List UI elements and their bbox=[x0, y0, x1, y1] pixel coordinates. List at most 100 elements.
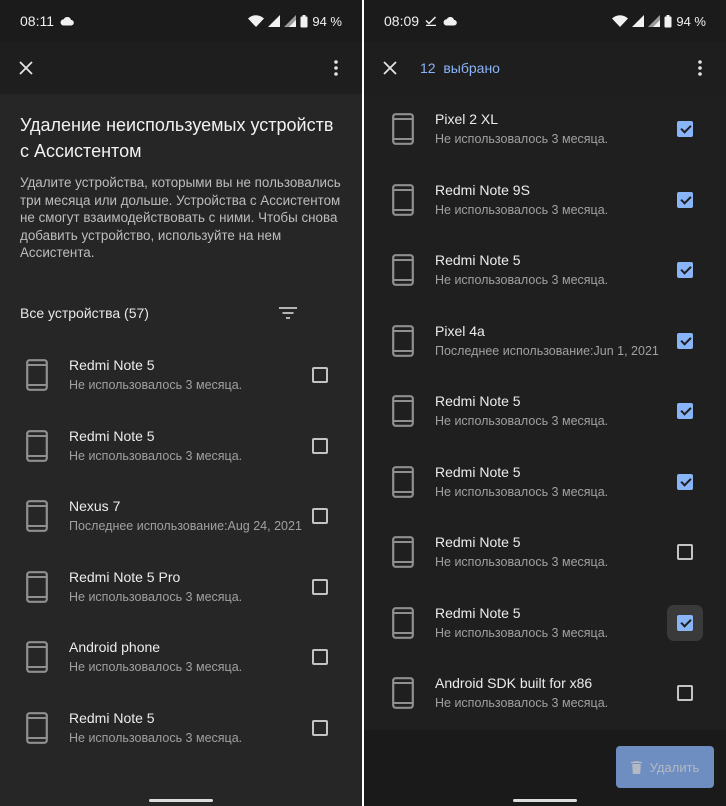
device-list-item[interactable]: Redmi Note 9S Не использовалось 3 месяца. bbox=[364, 165, 726, 236]
device-list-item[interactable]: Pixel 2 XL Не использовалось 3 месяца. bbox=[364, 94, 726, 165]
device-last-used: Не использовалось 3 месяца. bbox=[435, 555, 609, 570]
device-checkbox[interactable] bbox=[677, 544, 693, 561]
status-bar: 08:09 94 % bbox=[364, 0, 726, 42]
device-texts: Redmi Note 5 Не использовалось 3 месяца. bbox=[69, 356, 306, 394]
battery-level: 94 % bbox=[676, 13, 706, 29]
device-name: Android SDK built for x86 bbox=[435, 675, 593, 692]
device-list-item[interactable]: Redmi Note 5 Не использовалось 3 месяца. bbox=[364, 376, 726, 447]
cloud-icon bbox=[60, 16, 74, 26]
filter-button[interactable] bbox=[274, 299, 302, 327]
device-list-item[interactable]: Redmi Note 5 Не использовалось 3 месяца. bbox=[364, 235, 726, 306]
device-last-used: Не использовалось 3 месяца. bbox=[435, 414, 609, 429]
phone-icon bbox=[392, 677, 414, 710]
device-checkbox[interactable] bbox=[677, 473, 693, 490]
signal-icon bbox=[648, 15, 661, 27]
signal-icon bbox=[268, 15, 281, 27]
phone-icon bbox=[392, 183, 414, 216]
device-list-item[interactable]: Redmi Note 5 Не использовалось 3 месяца. bbox=[0, 411, 362, 482]
device-checkbox[interactable] bbox=[312, 578, 328, 595]
device-checkbox[interactable] bbox=[677, 614, 693, 631]
filter-row: Все устройства (57) bbox=[20, 298, 342, 328]
device-list-item[interactable]: Redmi Note 5 Pro Не использовалось 3 меся… bbox=[0, 552, 362, 623]
phone-icon bbox=[392, 606, 414, 639]
device-checkbox[interactable] bbox=[677, 403, 693, 420]
device-checkbox[interactable] bbox=[312, 719, 328, 736]
device-last-used: Последнее использование:Jun 1, 2021 bbox=[435, 343, 659, 358]
battery-icon bbox=[300, 14, 308, 27]
device-texts: Redmi Note 5 Не использовалось 3 месяца. bbox=[435, 533, 670, 571]
device-name: Redmi Note 5 bbox=[435, 604, 521, 621]
device-checkbox[interactable] bbox=[677, 332, 693, 349]
device-list-item[interactable]: Redmi Note 5 Не использовалось 3 месяца. bbox=[0, 693, 362, 764]
phone-icon bbox=[392, 465, 414, 498]
left-screen: 08:11 94 % Удаление неиспользуемых устро… bbox=[0, 0, 362, 806]
gesture-bar[interactable] bbox=[513, 799, 577, 802]
wifi-icon bbox=[612, 15, 629, 27]
phone-icon bbox=[26, 429, 48, 462]
selection-count: 12 выбрано bbox=[420, 60, 500, 76]
device-last-used: Не использовалось 3 месяца. bbox=[435, 625, 609, 640]
close-icon bbox=[383, 61, 397, 75]
phone-icon bbox=[392, 254, 414, 287]
page-description: Удалите устройства, которыми вы не польз… bbox=[20, 175, 341, 260]
device-last-used: Не использовалось 3 месяца. bbox=[435, 132, 609, 147]
device-name: Pixel 2 XL bbox=[435, 111, 499, 128]
device-list: Redmi Note 5 Не использовалось 3 месяца. R… bbox=[0, 340, 362, 763]
page-title: Удаление неиспользуемых устройств с Асси… bbox=[20, 115, 334, 161]
device-list-item[interactable]: Android SDK built for x86 Не использовало… bbox=[364, 658, 726, 729]
battery-icon bbox=[664, 14, 672, 27]
device-last-used: Не использовалось 3 месяца. bbox=[69, 730, 243, 745]
delete-button[interactable]: Удалить bbox=[616, 746, 714, 788]
device-name: Redmi Note 5 Pro bbox=[69, 568, 181, 585]
device-last-used: Не использовалось 3 месяца. bbox=[69, 660, 243, 675]
device-list-item[interactable]: Redmi Note 5 Не использовалось 3 месяца. bbox=[0, 340, 362, 411]
intro-section: Удаление неиспользуемых устройств с Асси… bbox=[20, 112, 342, 262]
phone-icon bbox=[392, 324, 414, 357]
device-list: Pixel 2 XL Не использовалось 3 месяца. Red… bbox=[364, 94, 726, 729]
device-last-used: Не использовалось 3 месяца. bbox=[435, 696, 609, 711]
bottom-action-bar: Удалить bbox=[364, 730, 726, 806]
device-list-item[interactable]: Redmi Note 5 Не использовалось 3 месяца. bbox=[364, 588, 726, 659]
device-list-item[interactable]: Pixel 4a Последнее использование:Jun 1, 2… bbox=[364, 306, 726, 377]
device-last-used: Не использовалось 3 месяца. bbox=[435, 273, 609, 288]
device-last-used: Не использовалось 3 месяца. bbox=[435, 202, 609, 217]
device-checkbox[interactable] bbox=[312, 437, 328, 454]
phone-icon bbox=[392, 536, 414, 569]
more-vert-icon bbox=[698, 60, 702, 76]
device-list-item[interactable]: Android phone Не использовалось 3 месяца. bbox=[0, 622, 362, 693]
device-checkbox[interactable] bbox=[677, 191, 693, 208]
device-count-label: Все устройства (57) bbox=[20, 305, 149, 321]
trash-icon bbox=[630, 760, 642, 774]
device-checkbox[interactable] bbox=[312, 649, 328, 666]
device-name: Redmi Note 5 bbox=[69, 427, 155, 444]
device-list-item[interactable]: Redmi Note 5 Не использовалось 3 месяца. bbox=[364, 517, 726, 588]
device-last-used: Не использовалось 3 месяца. bbox=[435, 484, 609, 499]
gesture-bar[interactable] bbox=[149, 799, 213, 802]
device-checkbox[interactable] bbox=[677, 121, 693, 138]
more-options-button[interactable] bbox=[688, 56, 712, 80]
device-checkbox[interactable] bbox=[312, 367, 328, 384]
device-name: Android phone bbox=[69, 639, 161, 656]
right-screen: 08:09 94 % 12 выбрано Pixel 2 XL Не испол… bbox=[364, 0, 726, 806]
close-selection-button[interactable] bbox=[378, 56, 402, 80]
status-time: 08:11 bbox=[20, 13, 54, 29]
status-time: 08:09 bbox=[384, 13, 420, 29]
device-name: Redmi Note 5 bbox=[435, 463, 521, 480]
device-last-used: Не использовалось 3 месяца. bbox=[69, 448, 243, 463]
device-checkbox[interactable] bbox=[677, 685, 693, 702]
more-vert-icon bbox=[334, 60, 338, 76]
device-texts: Redmi Note 5 Не использовалось 3 месяца. bbox=[69, 427, 306, 465]
device-list-item[interactable]: Nexus 7 Последнее использование:Aug 24, 2… bbox=[0, 481, 362, 552]
device-list-item[interactable]: Redmi Note 5 Не использовалось 3 месяца. bbox=[364, 447, 726, 518]
close-button[interactable] bbox=[14, 56, 38, 80]
more-options-button[interactable] bbox=[324, 56, 348, 80]
device-texts: Pixel 2 XL Не использовалось 3 месяца. bbox=[435, 110, 670, 148]
phone-icon bbox=[392, 395, 414, 428]
device-name: Redmi Note 5 bbox=[69, 357, 155, 374]
app-bar bbox=[0, 42, 362, 94]
device-checkbox[interactable] bbox=[312, 508, 328, 525]
device-checkbox[interactable] bbox=[677, 262, 693, 279]
close-icon bbox=[19, 61, 33, 75]
device-name: Redmi Note 5 bbox=[435, 534, 521, 551]
device-name: Redmi Note 5 bbox=[69, 709, 155, 726]
